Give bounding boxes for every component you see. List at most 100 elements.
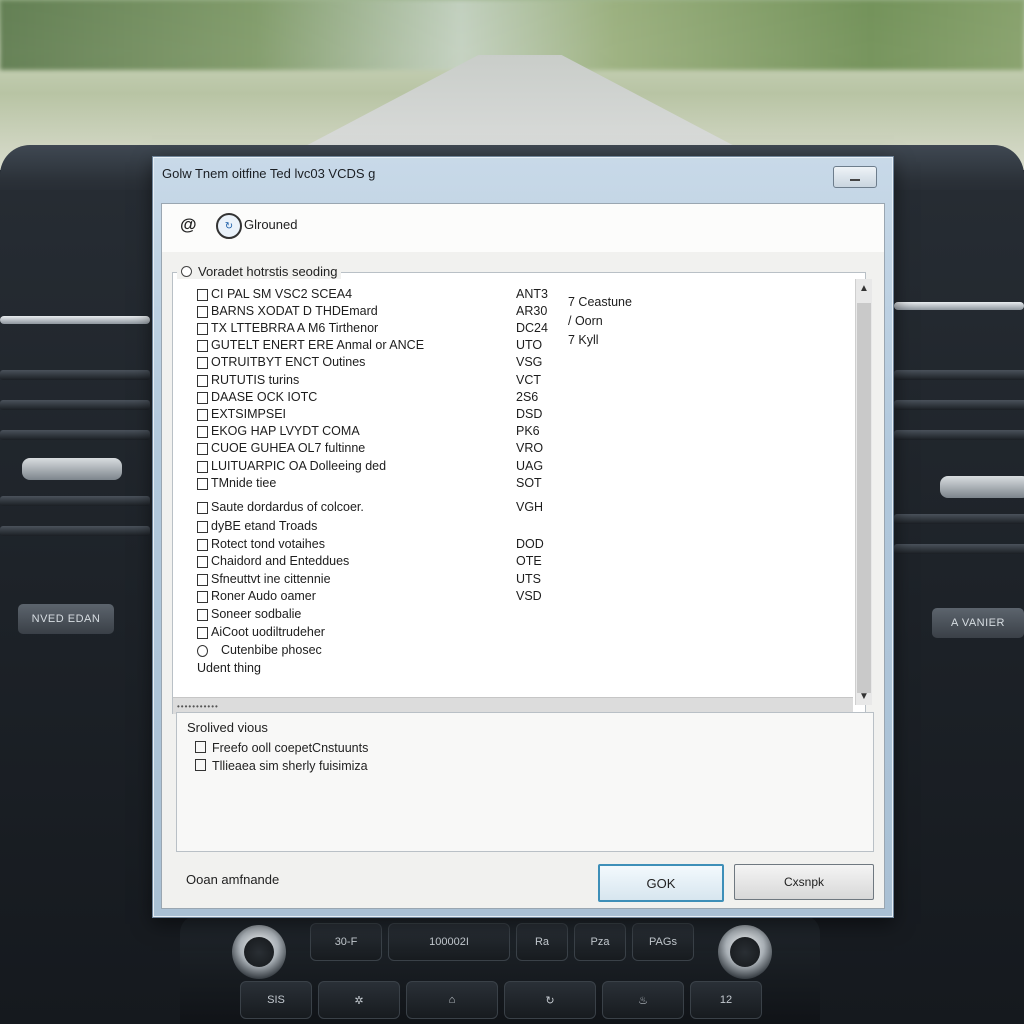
checkbox[interactable]	[197, 375, 208, 387]
list-item[interactable]: OTRUITBYT ENCT Outines VSG	[173, 355, 853, 372]
radio-button[interactable]	[181, 266, 192, 277]
module-list-group: Voradet hotrstis seoding CI PAL SM VSC2 …	[172, 264, 872, 714]
checkbox[interactable]	[197, 392, 208, 404]
list-item[interactable]: CI PAL SM VSC2 SCEA4 ANT3	[173, 287, 853, 304]
checkbox[interactable]	[197, 306, 208, 318]
list-item[interactable]: Rotect tond votaihes DOD	[173, 537, 853, 554]
checkbox[interactable]	[197, 323, 208, 335]
scrollbar-thumb[interactable]	[857, 303, 871, 693]
options-title: Srolived vious	[187, 720, 268, 735]
checkbox[interactable]	[197, 609, 208, 621]
recirculate-icon[interactable]: ↻	[504, 981, 596, 1019]
item-code: DOD	[516, 537, 544, 551]
vertical-scrollbar[interactable]: ▲ ▼	[855, 279, 872, 705]
list-item[interactable]: TX LTTEBRRA A M6 Tirthenor DC24	[173, 321, 853, 338]
checkbox[interactable]	[195, 741, 206, 753]
console-button[interactable]: PAGs	[632, 923, 694, 961]
list-item[interactable]: Chaidord and Enteddues OTE	[173, 554, 853, 571]
item-code: PK6	[516, 424, 540, 438]
item-code: 2S6	[516, 390, 539, 404]
checkbox[interactable]	[197, 521, 208, 533]
list-item[interactable]: Sfneuttvt ine cittennie UTS	[173, 572, 853, 589]
scroll-up-icon[interactable]: ▲	[859, 283, 869, 294]
option-row[interactable]: Tllieaea sim sherly fuisimiza	[195, 759, 368, 773]
minimize-button[interactable]	[833, 166, 877, 188]
item-label: TMnide tiee	[211, 476, 277, 490]
console-button[interactable]: 30-F	[310, 923, 382, 961]
list-item[interactable]: BARNS XODAT D THDEmard AR30	[173, 304, 853, 321]
checkbox[interactable]	[197, 478, 208, 490]
scroll-down-icon[interactable]: ▼	[859, 691, 869, 702]
right-air-vent	[894, 300, 1024, 600]
checkbox[interactable]	[195, 759, 206, 771]
checkbox[interactable]	[197, 556, 208, 568]
list-item[interactable]: EXTSIMPSEI DSD	[173, 407, 853, 424]
item-code: VGH	[516, 500, 544, 514]
checkbox[interactable]	[197, 627, 208, 639]
right-dash-badge[interactable]: A VANIER	[932, 608, 1024, 638]
checkbox[interactable]	[197, 539, 208, 551]
side-option[interactable]: / Oorn	[568, 314, 632, 333]
defrost-icon[interactable]: ⌂	[406, 981, 498, 1019]
list-item[interactable]: GUTELT ENERT ERE Anmal or ANCE UTO	[173, 338, 853, 355]
checkbox[interactable]	[197, 461, 208, 473]
item-code: DSD	[516, 407, 543, 421]
console-button[interactable]: 12	[690, 981, 762, 1019]
at-sign-icon[interactable]: @	[180, 215, 197, 235]
console-button[interactable]: Ra	[516, 923, 568, 961]
item-label: Saute dordardus of colcoer.	[211, 500, 364, 514]
ok-button[interactable]: GOK	[598, 864, 724, 902]
option-row[interactable]: Freefo ooll coepetCnstuunts	[195, 741, 368, 755]
list-item[interactable]: LUITUARPIC OA Dolleeing ded UAG	[173, 459, 853, 476]
center-console: 30-F 100002I Ra Pza PAGs SIS ✲ ⌂ ↻ ♨ 12	[180, 915, 820, 1024]
list-item[interactable]: Udent thing	[173, 661, 853, 678]
title-bar[interactable]: Golw Tnem oitfine Ted lvc03 VCDS g	[153, 157, 893, 201]
list-item[interactable]: Soneer sodbalie	[173, 607, 853, 624]
module-list[interactable]: CI PAL SM VSC2 SCEA4 ANT3 BARNS XODAT D T…	[173, 281, 853, 697]
console-bottom-row: SIS ✲ ⌂ ↻ ♨ 12	[240, 981, 762, 1019]
list-item[interactable]: EKOG HAP LVYDT COMA PK6	[173, 424, 853, 441]
list-item[interactable]: DAASE OCK IOTC 2S6	[173, 390, 853, 407]
vent-knob[interactable]	[22, 458, 122, 480]
item-label: dyBE etand Troads	[211, 519, 318, 533]
left-control-knob[interactable]	[232, 925, 286, 979]
checkbox[interactable]	[197, 357, 208, 369]
checkbox[interactable]	[197, 443, 208, 455]
list-item[interactable]: CUOE GUHEA OL7 fultinne VRO	[173, 441, 853, 458]
list-item[interactable]: RUTUTIS turins VCT	[173, 373, 853, 390]
list-item[interactable]: TMnide tiee SOT	[173, 476, 853, 493]
cancel-button[interactable]: Cxsnpk	[734, 864, 874, 900]
vent-slat	[894, 514, 1024, 524]
checkbox[interactable]	[197, 502, 208, 514]
refresh-icon[interactable]: ↻	[216, 213, 242, 239]
checkbox[interactable]	[197, 340, 208, 352]
checkbox[interactable]	[197, 426, 208, 438]
left-dash-badge[interactable]: NVED EDAN	[18, 604, 114, 634]
item-label: Sfneuttvt ine cittennie	[211, 572, 331, 586]
list-item[interactable]: AiCoot uodiltrudeher	[173, 625, 853, 642]
list-item[interactable]: dyBE etand Troads	[173, 519, 853, 536]
side-option[interactable]: 7 Ceastune	[568, 295, 632, 314]
list-item[interactable]: Saute dordardus of colcoer. VGH	[173, 500, 853, 517]
console-button[interactable]: SIS	[240, 981, 312, 1019]
checkbox[interactable]	[197, 409, 208, 421]
side-option[interactable]: 7 Kyll	[568, 333, 632, 352]
radio-button[interactable]	[197, 645, 208, 657]
checkbox[interactable]	[197, 289, 208, 301]
item-code: AR30	[516, 304, 548, 318]
vent-knob[interactable]	[940, 476, 1024, 498]
checkbox[interactable]	[197, 591, 208, 603]
list-item[interactable]: Roner Audo oamer VSD	[173, 589, 853, 606]
window-title: Golw Tnem oitfine Ted lvc03 VCDS g	[162, 166, 376, 181]
right-control-knob[interactable]	[718, 925, 772, 979]
vent-slat	[0, 526, 150, 536]
list-item[interactable]: Cutenbibe phosec	[173, 643, 853, 660]
minimize-icon	[850, 179, 860, 181]
group-legend[interactable]: Voradet hotrstis seoding	[177, 264, 342, 279]
fan-icon[interactable]: ✲	[318, 981, 400, 1019]
item-label: Cutenbibe phosec	[221, 643, 322, 657]
console-button[interactable]: Pza	[574, 923, 626, 961]
seat-heat-icon[interactable]: ♨	[602, 981, 684, 1019]
item-label: Rotect tond votaihes	[211, 537, 325, 551]
checkbox[interactable]	[197, 574, 208, 586]
